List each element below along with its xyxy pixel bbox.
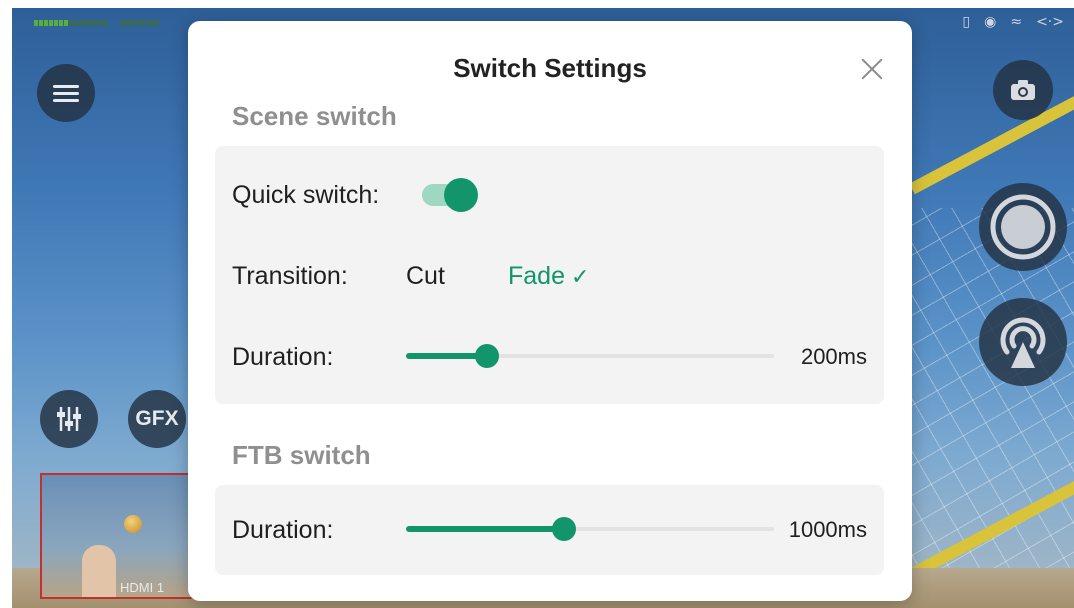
- transition-option-fade[interactable]: Fade ✓: [508, 262, 589, 291]
- scene-duration-slider[interactable]: [406, 344, 774, 368]
- ftb-duration-value: 1000ms: [788, 517, 867, 542]
- transition-option-cut[interactable]: Cut: [406, 262, 445, 291]
- checkmark-icon: ✓: [570, 265, 590, 290]
- audio-level-meter: [34, 20, 108, 26]
- background-net: [912, 208, 1074, 608]
- ftb-switch-title: FTB switch: [232, 440, 371, 470]
- sd-card-icon: ▯: [962, 14, 971, 30]
- audio-mixer-icon[interactable]: [40, 390, 98, 448]
- gfx-label: GFX: [135, 407, 179, 430]
- slider-thumb[interactable]: [552, 517, 576, 541]
- quick-switch-label: Quick switch:: [232, 181, 380, 209]
- scene-switch-panel: Quick switch: Transition: Cut Fade ✓ Dura…: [215, 146, 884, 404]
- hamburger-menu-icon[interactable]: [37, 64, 95, 122]
- quick-switch-toggle[interactable]: [422, 178, 478, 212]
- scene-switch-title: Scene switch: [232, 101, 397, 131]
- background-net-band: [909, 89, 1074, 195]
- thumbnail-player: [82, 545, 116, 597]
- toggle-knob: [444, 178, 478, 212]
- slider-fill: [406, 526, 564, 532]
- wifi-icon: ≈: [1010, 14, 1023, 30]
- switch-settings-dialog: Switch Settings Scene switch Quick switc…: [188, 21, 912, 601]
- thumbnail-ball: [124, 515, 142, 533]
- source-label: HDMI 1: [120, 580, 165, 595]
- audio-level-meter-right: [120, 20, 159, 26]
- gfx-button[interactable]: GFX: [128, 390, 186, 448]
- slider-thumb[interactable]: [475, 344, 499, 368]
- record-icon[interactable]: [979, 183, 1067, 271]
- transition-label: Transition:: [232, 262, 348, 290]
- transition-option-fade-label: Fade: [508, 262, 565, 290]
- ftb-duration-slider[interactable]: [406, 517, 774, 541]
- code-icon: <·>: [1036, 14, 1064, 30]
- dialog-title: Switch Settings: [453, 53, 647, 83]
- camera-icon[interactable]: [993, 60, 1053, 120]
- battery-icon: ◉: [984, 14, 997, 30]
- scene-duration-value: 200ms: [800, 344, 867, 369]
- ftb-switch-panel: Duration: 1000ms: [215, 485, 884, 575]
- status-icons: ▯ ◉ ≈ <·>: [962, 14, 1064, 30]
- close-icon[interactable]: [858, 55, 886, 83]
- live-broadcast-icon[interactable]: [979, 298, 1067, 386]
- scene-duration-label: Duration:: [232, 343, 334, 371]
- source-thumbnail-hdmi1[interactable]: HDMI 1: [40, 473, 204, 599]
- ftb-duration-label: Duration:: [232, 516, 334, 544]
